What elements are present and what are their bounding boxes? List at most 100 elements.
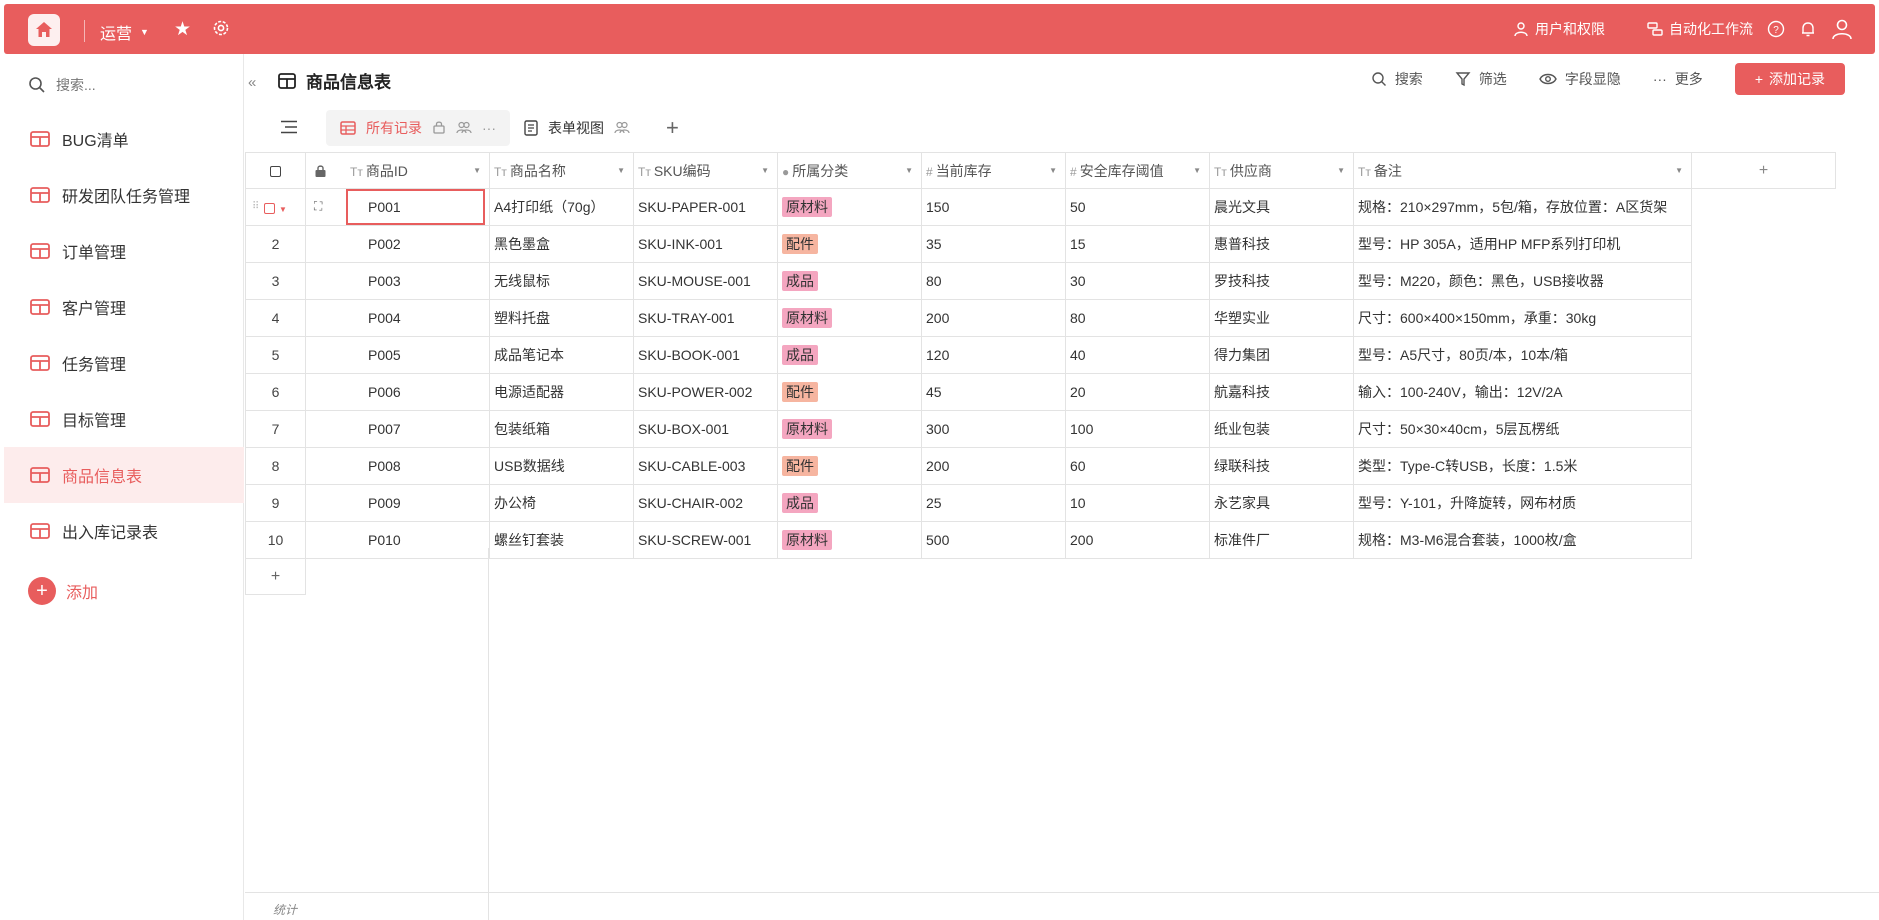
cell-safety-stock[interactable]: 10 [1065, 484, 1210, 522]
tab-more-icon[interactable]: ··· [482, 120, 496, 136]
cell-id[interactable]: P004 [305, 299, 490, 337]
column-header-sku[interactable]: Tт SKU编码 ▼ [633, 152, 778, 189]
cell-category[interactable]: 配件 [777, 225, 922, 263]
cell-id[interactable]: P003 [305, 262, 490, 300]
add-table-button[interactable]: + 添加 [28, 577, 98, 605]
cell-supplier[interactable]: 航嘉科技 [1209, 373, 1354, 411]
cell-sku[interactable]: SKU-PAPER-001 [633, 188, 778, 226]
cell-supplier[interactable]: 得力集团 [1209, 336, 1354, 374]
cell-id[interactable]: P010 [305, 521, 490, 559]
column-header-safety-stock[interactable]: # 安全库存阈值 ▼ [1065, 152, 1210, 189]
cell-category[interactable]: 成品 [777, 484, 922, 522]
cell-notes[interactable]: 型号：HP 305A，适用HP MFP系列打印机 [1353, 225, 1692, 263]
cell-name[interactable]: 电源适配器 [489, 373, 634, 411]
workspace-switcher[interactable]: 运营 ▼ [100, 20, 149, 44]
cell-safety-stock[interactable]: 200 [1065, 521, 1210, 559]
cell-id[interactable]: P007 [305, 410, 490, 448]
cell-stock[interactable]: 80 [921, 262, 1066, 300]
cell-notes[interactable]: 规格：M3-M6混合套装，1000枚/盒 [1353, 521, 1692, 559]
bell-icon[interactable] [1799, 20, 1817, 38]
cell-stock[interactable]: 200 [921, 299, 1066, 337]
table-row[interactable]: 4 P004 塑料托盘 SKU-TRAY-001 原材料 200 80 华塑实业 尺寸：600×… [245, 299, 1836, 337]
cell-sku[interactable]: SKU-TRAY-001 [633, 299, 778, 337]
sidebar-search[interactable] [28, 76, 206, 94]
cell-safety-stock[interactable]: 20 [1065, 373, 1210, 411]
cell-notes[interactable]: 规格：210×297mm，5包/箱，存放位置：A区货架 [1353, 188, 1692, 226]
cell-stock[interactable]: 45 [921, 373, 1066, 411]
column-header-id[interactable]: Tт 商品ID ▼ [305, 152, 490, 189]
help-icon[interactable]: ? [1767, 20, 1785, 38]
select-all-checkbox[interactable] [245, 152, 306, 189]
table-row[interactable]: 9 P009 办公椅 SKU-CHAIR-002 成品 25 10 永艺家具 型号：Y-101，… [245, 484, 1836, 522]
add-view-icon[interactable]: + [666, 115, 679, 141]
cell-name[interactable]: 办公椅 [489, 484, 634, 522]
cell-safety-stock[interactable]: 100 [1065, 410, 1210, 448]
table-row[interactable]: ⠿ ▼ ⛶ P001 A4打印纸（70g） SKU-PAPER-001 原材料 150 50 晨光… [245, 188, 1836, 226]
search-button[interactable]: 搜索 [1371, 69, 1423, 89]
cell-sku[interactable]: SKU-POWER-002 [633, 373, 778, 411]
cell-stock[interactable]: 200 [921, 447, 1066, 485]
account-icon[interactable] [1831, 18, 1853, 40]
table-row[interactable]: 10 P010 螺丝钉套装 SKU-SCREW-001 原材料 500 200 标准件厂 规格：… [245, 521, 1836, 559]
cell-safety-stock[interactable]: 80 [1065, 299, 1210, 337]
column-header-category[interactable]: ● 所属分类 ▼ [777, 152, 922, 189]
sidebar-search-input[interactable] [56, 77, 206, 93]
field-visibility-button[interactable]: 字段显隐 [1539, 69, 1621, 89]
users-permissions-button[interactable]: 用户和权限 [1513, 19, 1605, 39]
cell-stock[interactable]: 25 [921, 484, 1066, 522]
column-header-notes[interactable]: Tт 备注 ▼ [1353, 152, 1692, 189]
table-row[interactable]: 5 P005 成品笔记本 SKU-BOOK-001 成品 120 40 得力集团 型号：A5尺寸… [245, 336, 1836, 374]
cell-id[interactable]: P008 [305, 447, 490, 485]
cell-stock[interactable]: 120 [921, 336, 1066, 374]
cell-category[interactable]: 原材料 [777, 188, 922, 226]
cell-safety-stock[interactable]: 60 [1065, 447, 1210, 485]
table-row[interactable]: 8 P008 USB数据线 SKU-CABLE-003 配件 200 60 绿联科技 类型：Ty… [245, 447, 1836, 485]
cell-id[interactable]: P005 [305, 336, 490, 374]
cell-safety-stock[interactable]: 40 [1065, 336, 1210, 374]
cell-stock[interactable]: 150 [921, 188, 1066, 226]
cell-name[interactable]: 黑色墨盒 [489, 225, 634, 263]
sidebar-item-inventory-log[interactable]: 出入库记录表 [4, 503, 244, 559]
cell-notes[interactable]: 类型：Type-C转USB，长度：1.5米 [1353, 447, 1692, 485]
add-row-button[interactable]: + [245, 558, 306, 595]
cell-category[interactable]: 配件 [777, 447, 922, 485]
cell-supplier[interactable]: 惠普科技 [1209, 225, 1354, 263]
column-header-supplier[interactable]: Tт 供应商 ▼ [1209, 152, 1354, 189]
cell-id[interactable]: P006 [305, 373, 490, 411]
column-header-stock[interactable]: # 当前库存 ▼ [921, 152, 1066, 189]
cell-id[interactable]: P002 [305, 225, 490, 263]
cell-notes[interactable]: 尺寸：50×30×40cm，5层瓦楞纸 [1353, 410, 1692, 448]
cell-name[interactable]: A4打印纸（70g） [489, 188, 634, 226]
column-header-name[interactable]: Tт 商品名称 ▼ [489, 152, 634, 189]
sidebar-item-customers[interactable]: 客户管理 [4, 279, 244, 335]
cell-stock[interactable]: 35 [921, 225, 1066, 263]
cell-category[interactable]: 原材料 [777, 410, 922, 448]
cell-category[interactable]: 原材料 [777, 521, 922, 559]
add-column-button[interactable]: + [1691, 152, 1836, 189]
more-button[interactable]: ··· 更多 [1653, 69, 1703, 89]
cell-safety-stock[interactable]: 30 [1065, 262, 1210, 300]
sidebar-item-bug-list[interactable]: BUG清单 [4, 111, 244, 167]
cell-sku[interactable]: SKU-BOX-001 [633, 410, 778, 448]
cell-supplier[interactable]: 华塑实业 [1209, 299, 1354, 337]
cell-stock[interactable]: 300 [921, 410, 1066, 448]
cell-sku[interactable]: SKU-SCREW-001 [633, 521, 778, 559]
sidebar-item-goals[interactable]: 目标管理 [4, 391, 244, 447]
cell-sku[interactable]: SKU-INK-001 [633, 225, 778, 263]
table-row[interactable]: 7 P007 包装纸箱 SKU-BOX-001 原材料 300 100 纸业包装 尺寸：50×3… [245, 410, 1836, 448]
cell-name[interactable]: 成品笔记本 [489, 336, 634, 374]
cell-name[interactable]: 包装纸箱 [489, 410, 634, 448]
cell-sku[interactable]: SKU-MOUSE-001 [633, 262, 778, 300]
cell-name[interactable]: 螺丝钉套装 [489, 521, 634, 559]
sidebar-item-products[interactable]: 商品信息表 [4, 447, 244, 503]
cell-category[interactable]: 成品 [777, 262, 922, 300]
menu-icon[interactable] [280, 120, 300, 137]
cell-name[interactable]: 无线鼠标 [489, 262, 634, 300]
table-row[interactable]: 3 P003 无线鼠标 SKU-MOUSE-001 成品 80 30 罗技科技 型号：M220，… [245, 262, 1836, 300]
cell-safety-stock[interactable]: 15 [1065, 225, 1210, 263]
home-button[interactable] [28, 14, 60, 46]
cell-supplier[interactable]: 罗技科技 [1209, 262, 1354, 300]
cell-supplier[interactable]: 晨光文具 [1209, 188, 1354, 226]
cell-safety-stock[interactable]: 50 [1065, 188, 1210, 226]
cell-stock[interactable]: 500 [921, 521, 1066, 559]
